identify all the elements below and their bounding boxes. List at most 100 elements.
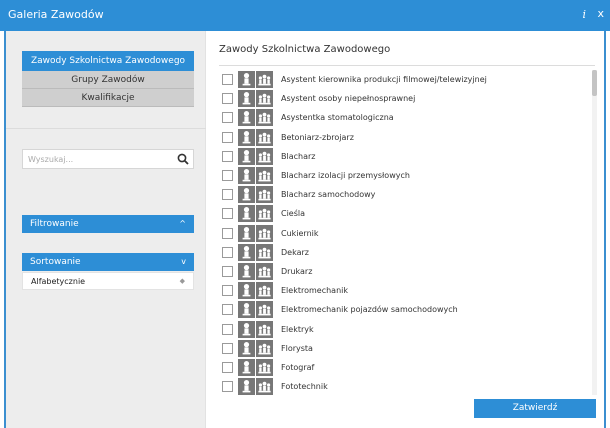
title-bar: Galeria Zawodów i x: [0, 0, 610, 31]
list-item: Elektromechanik: [219, 281, 589, 300]
item-checkbox[interactable]: [222, 246, 233, 258]
person-icon[interactable]: [238, 359, 255, 376]
search-box: [22, 149, 194, 169]
list-item: Elektromechanik pojazdów samochodowych: [219, 300, 589, 319]
list-item: Fototechnik: [219, 377, 589, 396]
person-icon[interactable]: [238, 109, 255, 127]
list-item: Betoniarz-zbrojarz: [219, 128, 589, 147]
list-item: Florysta: [219, 339, 589, 358]
group-icon[interactable]: [256, 128, 273, 146]
group-icon[interactable]: [256, 147, 273, 165]
person-icon[interactable]: [238, 128, 255, 146]
item-checkbox[interactable]: [222, 112, 233, 124]
item-label: Cieśla: [281, 209, 306, 219]
list-item: Cieśla: [219, 204, 589, 223]
person-icon[interactable]: [238, 378, 255, 396]
group-icon[interactable]: [256, 224, 273, 242]
item-checkbox[interactable]: [222, 381, 233, 393]
item-checkbox[interactable]: [222, 323, 233, 335]
item-checkbox[interactable]: [222, 93, 233, 105]
item-checkbox[interactable]: [222, 170, 233, 181]
info-icon[interactable]: i: [582, 8, 586, 21]
person-icon[interactable]: [238, 320, 255, 338]
list-item: Drukarz: [219, 262, 589, 281]
list-item: Dekarz: [219, 243, 589, 262]
sort-selected-value: Alfabetycznie: [31, 277, 86, 286]
person-icon[interactable]: [238, 71, 255, 88]
item-checkbox[interactable]: [222, 189, 233, 201]
search-icon[interactable]: [177, 153, 189, 165]
item-checkbox[interactable]: [222, 227, 233, 239]
person-icon[interactable]: [238, 263, 255, 280]
list-item: Cukiernik: [219, 224, 589, 243]
person-icon[interactable]: [238, 243, 255, 261]
sort-select[interactable]: Alfabetycznie ◆: [22, 272, 194, 290]
item-checkbox[interactable]: [222, 131, 233, 143]
group-icon[interactable]: [256, 378, 273, 396]
item-checkbox[interactable]: [222, 266, 233, 277]
group-icon[interactable]: [256, 282, 273, 300]
group-icon[interactable]: [256, 109, 273, 127]
person-icon[interactable]: [238, 147, 255, 165]
group-icon[interactable]: [256, 320, 273, 338]
group-icon[interactable]: [256, 90, 273, 108]
item-checkbox[interactable]: [222, 74, 233, 85]
group-icon[interactable]: [256, 359, 273, 376]
item-label: Drukarz: [281, 267, 313, 276]
group-icon[interactable]: [256, 339, 273, 357]
item-label: Dekarz: [281, 247, 309, 257]
title-divider: [219, 65, 595, 66]
sort-header[interactable]: Sortowanie v: [22, 253, 194, 271]
item-label: Elektryk: [281, 324, 314, 334]
sidebar: Zawody Szkolnictwa Zawodowego Grupy Zawo…: [6, 31, 206, 428]
group-icon[interactable]: [256, 263, 273, 280]
search-input[interactable]: [23, 150, 173, 168]
group-icon[interactable]: [256, 205, 273, 223]
category-zawody-button[interactable]: Zawody Szkolnictwa Zawodowego: [22, 51, 194, 71]
updown-arrows-icon: ◆: [179, 277, 185, 285]
group-icon[interactable]: [256, 167, 273, 184]
item-label: Blacharz izolacji przemysłowych: [281, 171, 410, 180]
item-label: Blacharz samochodowy: [281, 190, 376, 200]
item-checkbox[interactable]: [222, 362, 233, 373]
list-item: Elektryk: [219, 320, 589, 339]
person-icon[interactable]: [238, 90, 255, 108]
person-icon[interactable]: [238, 186, 255, 204]
sort-label: Sortowanie: [30, 257, 81, 267]
item-label: Asystent kierownika produkcji filmowej/t…: [281, 75, 487, 84]
item-label: Blacharz: [281, 151, 316, 161]
filter-header[interactable]: Filtrowanie ^: [22, 215, 194, 233]
person-icon[interactable]: [238, 167, 255, 184]
item-label: Cukiernik: [281, 228, 319, 238]
person-icon[interactable]: [238, 224, 255, 242]
close-icon[interactable]: x: [597, 7, 604, 20]
item-checkbox[interactable]: [222, 208, 233, 220]
sidebar-divider: [6, 128, 206, 129]
list-item: Asystentka stomatologiczna: [219, 108, 589, 127]
item-label: Fotograf: [281, 363, 315, 372]
group-icon[interactable]: [256, 243, 273, 261]
item-checkbox[interactable]: [222, 150, 233, 162]
frame-right-border: [604, 31, 606, 428]
person-icon[interactable]: [238, 301, 255, 319]
person-icon[interactable]: [238, 282, 255, 300]
confirm-button[interactable]: Zatwierdź: [474, 399, 596, 418]
list-item: Blacharz izolacji przemysłowych: [219, 166, 589, 185]
item-checkbox[interactable]: [222, 304, 233, 316]
group-icon[interactable]: [256, 186, 273, 204]
category-grupy-button[interactable]: Grupy Zawodów: [22, 71, 194, 89]
list-item: Fotograf: [219, 358, 589, 377]
list-scrollbar[interactable]: [592, 70, 597, 395]
group-icon[interactable]: [256, 301, 273, 319]
category-kwalifikacje-button[interactable]: Kwalifikacje: [22, 89, 194, 107]
scrollbar-thumb[interactable]: [592, 70, 597, 96]
person-icon[interactable]: [238, 205, 255, 223]
item-checkbox[interactable]: [222, 342, 233, 354]
group-icon[interactable]: [256, 71, 273, 88]
page-title: Zawody Szkolnictwa Zawodowego: [219, 44, 391, 55]
item-checkbox[interactable]: [222, 285, 233, 297]
list-item: Asystent kierownika produkcji filmowej/t…: [219, 70, 589, 89]
person-icon[interactable]: [238, 339, 255, 357]
item-label: Fototechnik: [281, 382, 328, 392]
chevron-up-icon: ^: [179, 219, 186, 228]
